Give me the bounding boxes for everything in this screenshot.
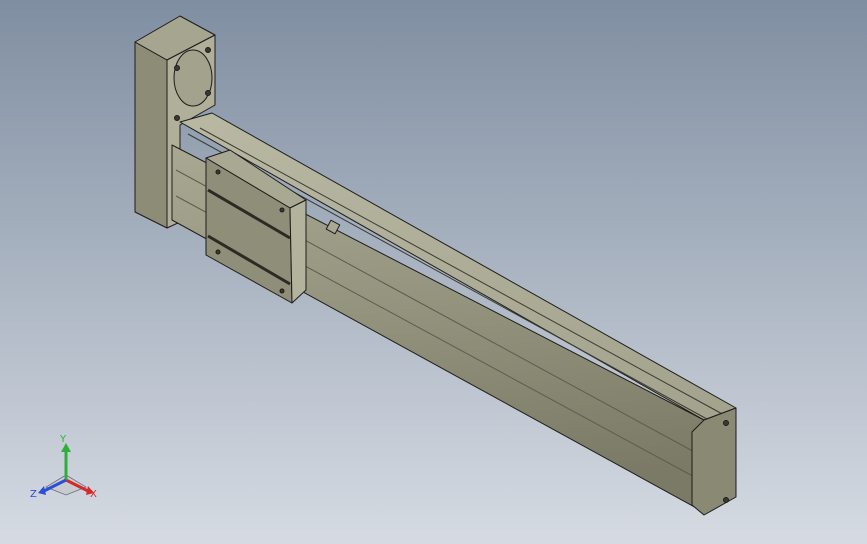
mount-hole	[205, 90, 211, 96]
y-axis-label: Y	[59, 434, 67, 445]
viewport-background	[0, 0, 867, 544]
mount-hole	[174, 115, 180, 121]
x-axis-label: X	[90, 489, 97, 500]
graphics-viewport[interactable]: X Y Z	[0, 0, 867, 544]
carriage-screw	[215, 169, 221, 175]
end-cap-hole	[723, 497, 729, 503]
mount-hole	[174, 65, 180, 71]
carriage-screw	[279, 207, 285, 213]
end-cap-hole	[723, 420, 729, 426]
carriage-screw	[279, 288, 285, 294]
carriage-side	[289, 199, 307, 304]
mount-bore	[173, 49, 213, 107]
z-axis-label: Z	[30, 489, 37, 500]
carriage-screw	[215, 249, 221, 255]
mount-front-face	[134, 41, 168, 229]
model-view[interactable]	[0, 0, 867, 544]
z-arrow-icon	[38, 486, 46, 495]
axis-triad: X Y Z	[30, 434, 97, 500]
mount-hole	[205, 47, 211, 53]
